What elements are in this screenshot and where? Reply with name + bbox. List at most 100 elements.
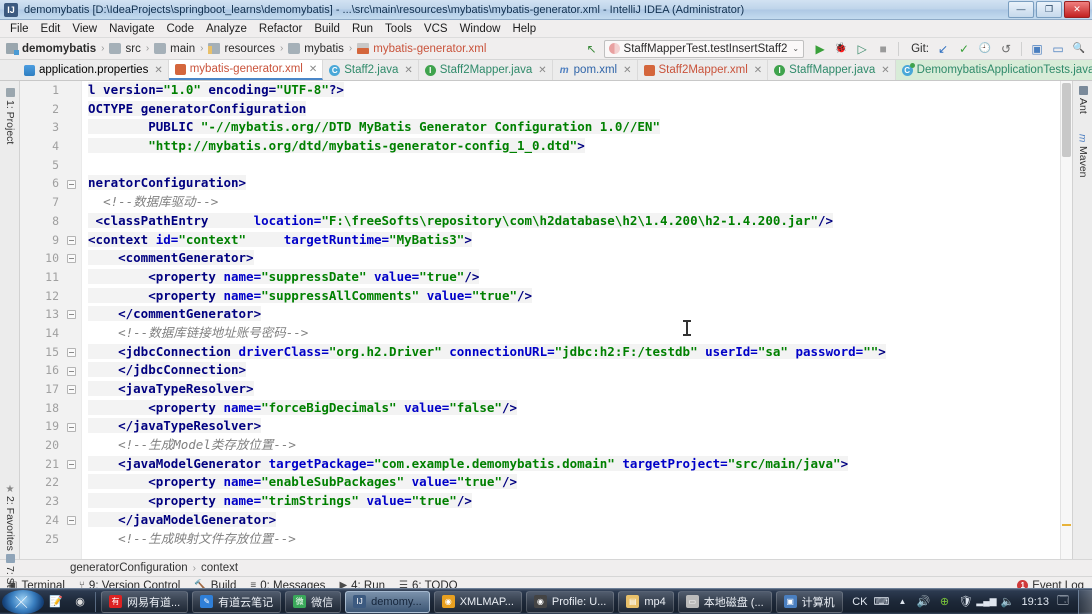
code-line[interactable]: <property name="suppressAllComments" val… xyxy=(82,287,1060,306)
menu-item-code[interactable]: Code xyxy=(160,22,200,36)
code-line[interactable]: <!--生成映射文件存放位置--> xyxy=(82,530,1060,549)
taskbar-button-chrome-icon[interactable]: ◉ XMLMAP... xyxy=(433,590,522,613)
taskbar-button-intellij-icon[interactable]: IJ demomy... xyxy=(345,590,430,613)
editor-tab-pom-xml[interactable]: m pom.xml ✕ xyxy=(553,60,638,80)
menu-item-file[interactable]: File xyxy=(4,22,35,36)
code-line[interactable]: <!--生成Model类存放位置--> xyxy=(82,436,1060,455)
taskbar-button-chrome-icon2[interactable]: ◉ Profile: U... xyxy=(525,590,615,613)
editor-tab-staff2mapper-java[interactable]: I Staff2Mapper.java ✕ xyxy=(419,60,553,80)
git-history-icon[interactable]: 🕘 xyxy=(976,40,994,58)
quicklaunch-chrome-icon[interactable]: ◉ xyxy=(68,591,92,613)
code-line[interactable]: <property name="trimStrings" value="true… xyxy=(82,492,1060,511)
code-line[interactable]: <!--数据库链接地址账号密码--> xyxy=(82,324,1060,343)
code-line[interactable]: </jdbcConnection> xyxy=(82,361,1060,380)
editor-gutter[interactable]: 1 2 3 4 5 6 7 8 9 10 11 12 13 14 15 16 17 18 19 20 21 22 23 24 2… xyxy=(20,81,82,559)
breadcrumb-item-src[interactable]: src xyxy=(109,43,141,55)
code-line[interactable]: "http://mybatis.org/dtd/mybatis-generato… xyxy=(82,137,1060,156)
restore-button[interactable]: ❐ xyxy=(1036,1,1062,18)
editor-tab-mybatis-generator-xml[interactable]: mybatis-generator.xml ✕ xyxy=(168,60,324,80)
git-commit-icon[interactable]: ✓ xyxy=(955,40,973,58)
minimize-button[interactable]: — xyxy=(1008,1,1034,18)
layout-icon[interactable]: ▭ xyxy=(1049,40,1067,58)
close-tab-icon[interactable]: ✕ xyxy=(754,65,762,76)
breadcrumb-item-mybatis-generator-xml[interactable]: mybatis-generator.xml xyxy=(357,43,486,55)
taskbar-button-folder-icon[interactable]: ▤ mp4 xyxy=(618,590,674,613)
menu-item-tools[interactable]: Tools xyxy=(379,22,418,36)
code-fold-toggle[interactable] xyxy=(67,347,76,357)
code-fold-toggle[interactable] xyxy=(67,179,76,189)
menu-item-edit[interactable]: Edit xyxy=(35,22,67,36)
editor-code-surface[interactable]: l version="1.0" encoding="UTF-8"?> OCTYPE… xyxy=(82,81,1060,559)
breadcrumb-item-resources[interactable]: resources xyxy=(208,43,275,55)
warning-marker[interactable] xyxy=(1062,524,1071,526)
menu-item-refactor[interactable]: Refactor xyxy=(253,22,308,36)
start-button[interactable] xyxy=(2,589,44,614)
code-fold-toggle[interactable] xyxy=(67,460,76,469)
menu-item-vcs[interactable]: VCS xyxy=(418,22,454,36)
settings-icon[interactable]: ▣ xyxy=(1028,40,1046,58)
back-arrow-icon[interactable]: ↖ xyxy=(583,40,601,58)
close-tab-icon[interactable]: ✕ xyxy=(404,65,412,76)
code-line[interactable]: <classPathEntry location="F:\freeSofts\r… xyxy=(82,212,1060,231)
code-line[interactable]: OCTYPE generatorConfiguration xyxy=(82,100,1060,119)
quicklaunch-notepad-icon[interactable]: 📝 xyxy=(44,591,68,613)
taskbar-button-computer-icon[interactable]: ▣ 计算机 xyxy=(775,590,843,613)
git-rollback-icon[interactable]: ↺ xyxy=(997,40,1015,58)
editor-tab-staffmapper-java[interactable]: I StaffMapper.java ✕ xyxy=(768,60,896,80)
tool-window-tab-maven[interactable]: m Maven xyxy=(1073,131,1092,181)
code-fold-toggle[interactable] xyxy=(67,254,76,264)
stop-button[interactable]: ■ xyxy=(874,40,892,58)
code-line[interactable]: <property name="forceBigDecimals" value=… xyxy=(82,399,1060,418)
editor-tab-demomybatisapplicationtests-java[interactable]: CDemomybatisApplicationTests.java✕ xyxy=(895,60,1092,80)
editor-breadcrumb-item-generatorConfiguration[interactable]: generatorConfiguration xyxy=(70,562,188,574)
close-tab-icon[interactable]: ✕ xyxy=(623,65,631,76)
code-line[interactable]: <!--数据库驱动--> xyxy=(82,193,1060,212)
tool-window-tab-ant[interactable]: Ant xyxy=(1073,83,1092,117)
menu-item-navigate[interactable]: Navigate xyxy=(103,22,160,36)
code-line[interactable]: </commentGenerator> xyxy=(82,305,1060,324)
code-line[interactable]: <javaModelGenerator targetPackage="com.e… xyxy=(82,455,1060,474)
menu-item-view[interactable]: View xyxy=(66,22,103,36)
debug-button[interactable]: 🐞 xyxy=(832,40,850,58)
code-fold-toggle[interactable] xyxy=(67,310,76,320)
tool-window-tab-1-project[interactable]: 1: Project xyxy=(0,85,20,147)
code-line[interactable]: <commentGenerator> xyxy=(82,249,1060,268)
breadcrumb-item-main[interactable]: main xyxy=(154,43,195,55)
keyboard-icon[interactable]: ⌨ xyxy=(874,595,890,609)
menu-item-help[interactable]: Help xyxy=(506,22,542,36)
update-icon[interactable]: ⊕ xyxy=(937,595,951,609)
close-tab-icon[interactable]: ✕ xyxy=(309,64,317,75)
taskbar-button-youdao-icon[interactable]: 有网易有道... xyxy=(101,590,189,613)
code-line[interactable]: </javaModelGenerator> xyxy=(82,511,1060,530)
code-line[interactable]: <property name="enableSubPackages" value… xyxy=(82,473,1060,492)
search-icon[interactable]: 🔍 xyxy=(1070,40,1088,58)
speaker-icon[interactable]: 🔈 xyxy=(1000,595,1015,609)
code-line[interactable]: <jdbcConnection driverClass="org.h2.Driv… xyxy=(82,343,1060,362)
taskbar-button-youdao-note-icon[interactable]: ✎ 有道云笔记 xyxy=(192,590,282,613)
menu-item-build[interactable]: Build xyxy=(308,22,346,36)
menu-item-run[interactable]: Run xyxy=(346,22,379,36)
code-fold-toggle[interactable] xyxy=(67,366,76,376)
code-fold-toggle[interactable] xyxy=(67,235,76,245)
editor-tab-staff2mapper-xml[interactable]: Staff2Mapper.xml ✕ xyxy=(638,60,769,80)
editor-tab-application-properties[interactable]: application.properties ✕ xyxy=(18,60,169,80)
volume-icon[interactable]: 🔊 xyxy=(916,595,931,609)
code-fold-toggle[interactable] xyxy=(67,516,76,526)
run-button[interactable]: ▶ xyxy=(811,40,829,58)
code-editor[interactable]: 1 2 3 4 5 6 7 8 9 10 11 12 13 14 15 16 17 18 19 20 21 22 23 24 2… xyxy=(20,81,1072,559)
git-update-icon[interactable]: ↙ xyxy=(934,40,952,58)
close-tab-icon[interactable]: ✕ xyxy=(881,65,889,76)
code-fold-toggle[interactable] xyxy=(67,385,76,395)
show-desktop-button[interactable] xyxy=(1078,589,1092,614)
tool-window-tab-2-favorites[interactable]: ★ 2: Favorites xyxy=(0,481,20,554)
code-line[interactable] xyxy=(82,156,1060,175)
run-with-coverage-button[interactable]: ▷ xyxy=(853,40,871,58)
menu-item-window[interactable]: Window xyxy=(454,22,507,36)
taskbar-clock[interactable]: 19:13 xyxy=(1021,596,1049,608)
editor-breadcrumb-item-context[interactable]: context xyxy=(201,562,238,574)
editor-marker-scrollbar[interactable] xyxy=(1060,81,1072,559)
code-line[interactable]: PUBLIC "-//mybatis.org//DTD MyBatis Gene… xyxy=(82,118,1060,137)
menu-item-analyze[interactable]: Analyze xyxy=(200,22,253,36)
code-line[interactable]: <property name="suppressDate" value="tru… xyxy=(82,268,1060,287)
code-line[interactable]: <javaTypeResolver> xyxy=(82,380,1060,399)
